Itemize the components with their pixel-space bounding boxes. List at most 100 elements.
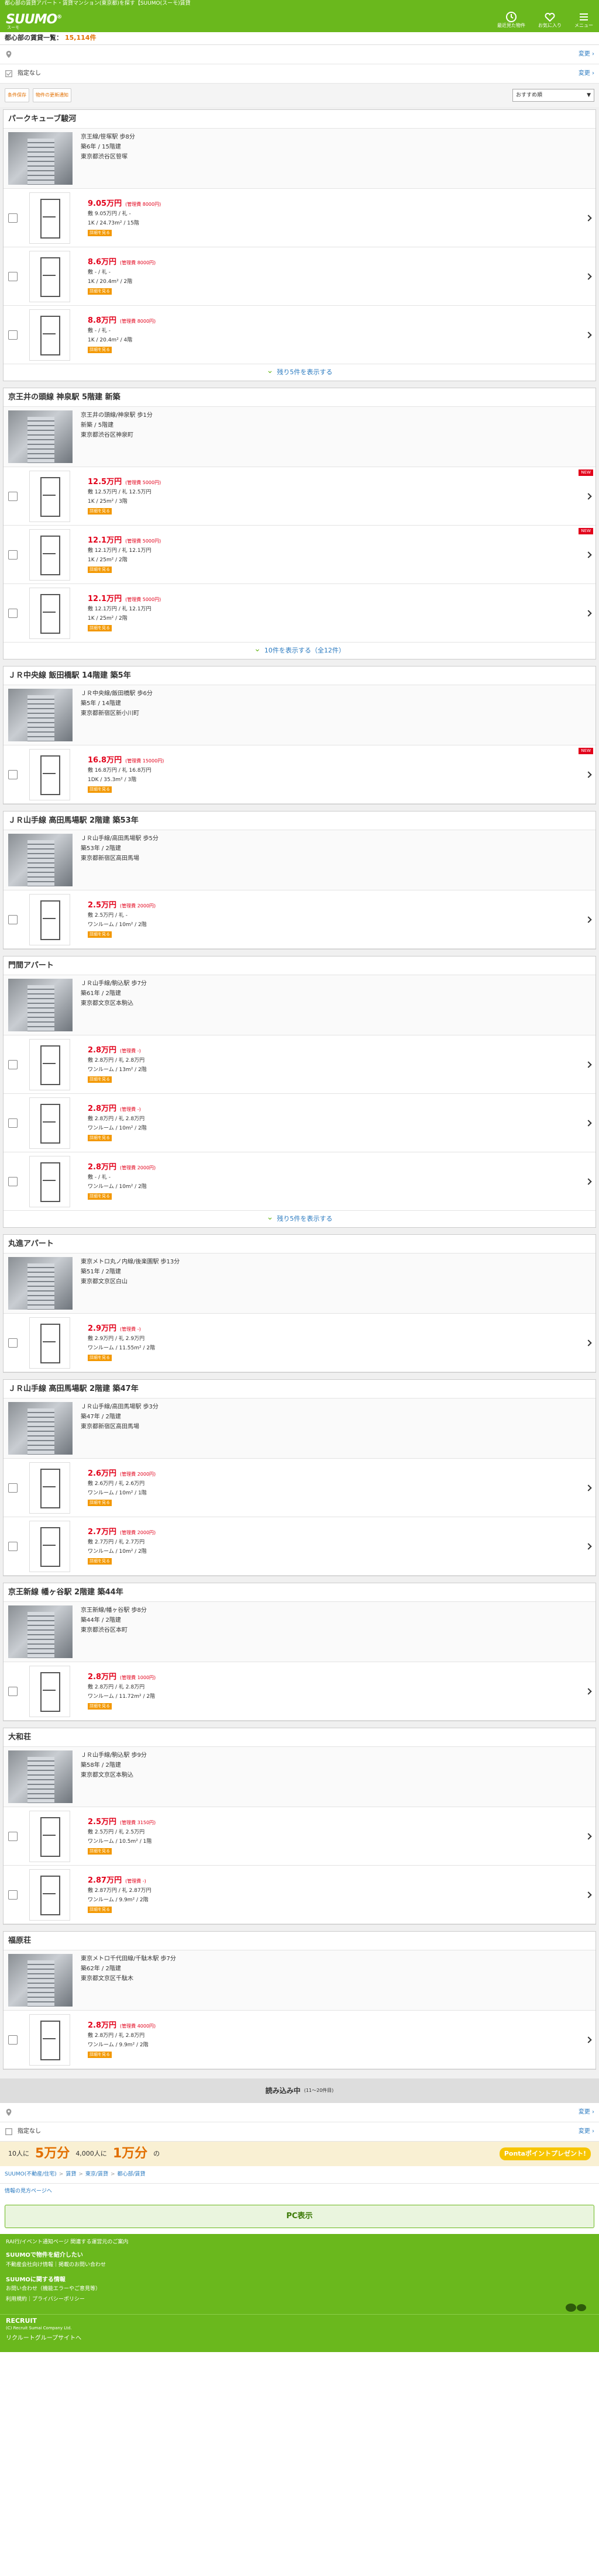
footer-link-contact[interactable]: お問い合わせ（機能エラーやご意見等） bbox=[6, 2284, 593, 2294]
save-condition-button[interactable]: 条件保存 bbox=[5, 88, 29, 102]
detail-button[interactable]: 詳細を見る bbox=[88, 229, 112, 237]
room-row[interactable]: NEW 12.5万円 (管理費 5000円) 敷 12.5万円 / 礼 12.5万円 1… bbox=[4, 467, 595, 526]
room-row[interactable]: 2.8万円 (管理費 1000円) 敷 2.8万円 / 礼 2.8万円 ワンルーム /… bbox=[4, 1662, 595, 1721]
history-button[interactable]: 最近見た物件 bbox=[497, 11, 525, 29]
area-change-link[interactable]: 変更 bbox=[579, 50, 594, 58]
property-title[interactable]: 丸進アパート bbox=[4, 1235, 595, 1254]
footer-link-terms[interactable]: 利用規約｜プライバシーポリシー bbox=[6, 2294, 593, 2305]
area-condition-bottom[interactable]: 変更 bbox=[0, 2103, 599, 2122]
room-checkbox[interactable] bbox=[8, 550, 18, 560]
breadcrumb-item[interactable]: SUUMO(不動産/住宅) bbox=[5, 2171, 57, 2178]
room-row[interactable]: 2.8万円 (管理費 -) 敷 2.8万円 / 礼 2.8万円 ワンルーム / 10m… bbox=[4, 1094, 595, 1152]
detail-button[interactable]: 詳細を見る bbox=[88, 288, 112, 295]
property-card: ＪＲ山手線 高田馬場駅 2階建 築47年 ＪＲ山手線/高田馬場駅 歩3分 築47年 … bbox=[3, 1379, 596, 1576]
filter-condition-bottom[interactable]: 指定なし 変更 bbox=[0, 2122, 599, 2142]
room-checkbox[interactable] bbox=[8, 1541, 18, 1551]
room-checkbox[interactable] bbox=[8, 2035, 18, 2045]
room-checkbox[interactable] bbox=[8, 1118, 18, 1128]
footer-link-business[interactable]: 不動産会社向け情報｜掲載のお問い合わせ bbox=[6, 2260, 593, 2270]
room-checkbox[interactable] bbox=[8, 1338, 18, 1348]
area-condition[interactable]: 変更 bbox=[0, 45, 599, 64]
property-title[interactable]: 福原荘 bbox=[4, 1932, 595, 1950]
detail-button[interactable]: 詳細を見る bbox=[88, 1134, 112, 1142]
room-row[interactable]: 2.5万円 (管理費 3150円) 敷 2.5万円 / 礼 2.5万円 ワンルーム /… bbox=[4, 1807, 595, 1866]
room-row[interactable]: 2.8万円 (管理費 2000円) 敷 - / 礼 - ワンルーム / 10m² / … bbox=[4, 1152, 595, 1211]
room-checkbox[interactable] bbox=[8, 1890, 18, 1900]
room-checkbox[interactable] bbox=[8, 769, 18, 779]
floorplan-image bbox=[29, 1869, 70, 1921]
breadcrumb-item[interactable]: 東京/賃貸 bbox=[85, 2171, 108, 2178]
area-change-link-bottom[interactable]: 変更 bbox=[579, 2108, 594, 2116]
property-title[interactable]: 京王新線 幡ヶ谷駅 2階建 築44年 bbox=[4, 1583, 595, 1602]
room-checkbox[interactable] bbox=[8, 914, 18, 924]
detail-button[interactable]: 詳細を見る bbox=[88, 1076, 112, 1083]
room-checkbox[interactable] bbox=[8, 1483, 18, 1493]
favorite-button[interactable]: お気に入り bbox=[538, 11, 562, 29]
layout-info: ワンルーム / 10m² / 2階 bbox=[88, 1125, 147, 1131]
pc-view-button[interactable]: PC表示 bbox=[5, 2205, 594, 2228]
detail-button[interactable]: 詳細を見る bbox=[88, 1906, 112, 1914]
property-card: 丸進アパート 東京メトロ丸ノ内線/後楽園駅 歩13分 築51年 / 2階建 東京都文京… bbox=[3, 1234, 596, 1373]
detail-button[interactable]: 詳細を見る bbox=[88, 624, 112, 632]
detail-button[interactable]: 詳細を見る bbox=[88, 507, 112, 515]
room-row[interactable]: 12.1万円 (管理費 5000円) 敷 12.1万円 / 礼 12.1万円 1K /… bbox=[4, 584, 595, 643]
room-checkbox[interactable] bbox=[8, 1686, 18, 1696]
detail-button[interactable]: 詳細を見る bbox=[88, 566, 112, 574]
room-row[interactable]: 2.5万円 (管理費 2000円) 敷 2.5万円 / 礼 - ワンルーム / 10m… bbox=[4, 890, 595, 949]
property-title[interactable]: 大和荘 bbox=[4, 1728, 595, 1747]
room-row[interactable]: 8.6万円 (管理費 8000円) 敷 - / 礼 - 1K / 20.4m² / 2… bbox=[4, 247, 595, 306]
property-title[interactable]: 門間アパート bbox=[4, 956, 595, 975]
menu-button[interactable]: メニュー bbox=[574, 11, 593, 29]
room-checkbox[interactable] bbox=[8, 330, 18, 340]
filter-change-link[interactable]: 変更 bbox=[579, 70, 594, 78]
floorplan-image bbox=[29, 529, 70, 581]
show-more-link[interactable]: 残り5件を表示する bbox=[4, 1211, 595, 1227]
filter-change-link-bottom[interactable]: 変更 bbox=[579, 2128, 594, 2136]
rent-price: 2.8万円 (管理費 1000円) bbox=[88, 1673, 156, 1682]
property-title[interactable]: ＪＲ山手線 高田馬場駅 2階建 築47年 bbox=[4, 1380, 595, 1399]
show-more-link[interactable]: 10件を表示する（全12件） bbox=[4, 643, 595, 659]
breadcrumb-item[interactable]: 都心部/賃貸 bbox=[118, 2171, 146, 2178]
sort-select[interactable]: おすすめ順 ▼ bbox=[512, 89, 594, 102]
detail-button[interactable]: 詳細を見る bbox=[88, 1703, 112, 1710]
room-checkbox[interactable] bbox=[8, 271, 18, 281]
detail-button[interactable]: 詳細を見る bbox=[88, 1193, 112, 1200]
detail-button[interactable]: 詳細を見る bbox=[88, 1354, 112, 1362]
room-row[interactable]: 2.7万円 (管理費 2000円) 敷 2.7万円 / 礼 2.7万円 ワンルーム /… bbox=[4, 1517, 595, 1576]
room-checkbox[interactable] bbox=[8, 608, 18, 618]
room-row[interactable]: 8.8万円 (管理費 8000円) 敷 - / 礼 - 1K / 20.4m² / 4… bbox=[4, 306, 595, 364]
room-row[interactable]: 2.6万円 (管理費 2000円) 敷 2.6万円 / 礼 2.6万円 ワンルーム /… bbox=[4, 1459, 595, 1517]
group-site-link[interactable]: リクルートグループサイトへ bbox=[6, 2335, 593, 2343]
property-title[interactable]: 京王井の頭線 神泉駅 5階建 新築 bbox=[4, 388, 595, 407]
filter-condition[interactable]: 指定なし 変更 bbox=[0, 64, 599, 84]
room-checkbox[interactable] bbox=[8, 1831, 18, 1841]
detail-button[interactable]: 詳細を見る bbox=[88, 1848, 112, 1855]
property-detail: ＪＲ中央線/飯田橋駅 歩6分 bbox=[81, 690, 153, 697]
property-title[interactable]: ＪＲ中央線 飯田橋駅 14階建 築5年 bbox=[4, 667, 595, 685]
room-row[interactable]: 2.9万円 (管理費 -) 敷 2.9万円 / 礼 2.9万円 ワンルーム / 11.… bbox=[4, 1314, 595, 1372]
update-notify-button[interactable]: 物件の更新通知 bbox=[33, 88, 71, 102]
room-row[interactable]: 9.05万円 (管理費 8000円) 敷 9.05万円 / 礼 - 1K / 24.7… bbox=[4, 189, 595, 247]
show-more-link[interactable]: 残り5件を表示する bbox=[4, 364, 595, 381]
detail-button[interactable]: 詳細を見る bbox=[88, 1499, 112, 1507]
property-title[interactable]: パークキューブ駿河 bbox=[4, 110, 595, 129]
room-checkbox[interactable] bbox=[8, 213, 18, 223]
room-row[interactable]: 2.87万円 (管理費 -) 敷 2.87万円 / 礼 2.87万円 ワンルーム / … bbox=[4, 1866, 595, 1924]
room-row[interactable]: 2.8万円 (管理費 -) 敷 2.8万円 / 礼 2.8万円 ワンルーム / 13m… bbox=[4, 1035, 595, 1094]
room-checkbox[interactable] bbox=[8, 1059, 18, 1069]
room-checkbox[interactable] bbox=[8, 1176, 18, 1186]
room-checkbox[interactable] bbox=[8, 491, 18, 501]
room-row[interactable]: NEW 12.1万円 (管理費 5000円) 敷 12.1万円 / 礼 12.1万円 1… bbox=[4, 526, 595, 584]
info-guide-link[interactable]: 情報の見方ページへ bbox=[0, 2184, 599, 2199]
room-row[interactable]: NEW 16.8万円 (管理費 15000円) 敷 16.8万円 / 礼 16.8万円… bbox=[4, 745, 595, 804]
detail-button[interactable]: 詳細を見る bbox=[88, 1558, 112, 1565]
ponta-logo: Pontaポイントプレゼント! bbox=[499, 2147, 591, 2161]
breadcrumb-item[interactable]: 賃貸 bbox=[66, 2171, 76, 2178]
detail-button[interactable]: 詳細を見る bbox=[88, 2051, 112, 2059]
ponta-banner[interactable]: 10人に 5万分 4,000人に 1万分の Pontaポイントプレゼント! bbox=[0, 2142, 599, 2166]
detail-button[interactable]: 詳細を見る bbox=[88, 786, 112, 793]
detail-button[interactable]: 詳細を見る bbox=[88, 931, 112, 938]
detail-button[interactable]: 詳細を見る bbox=[88, 346, 112, 354]
room-row[interactable]: 2.8万円 (管理費 4000円) 敷 2.8万円 / 礼 2.8万円 ワンルーム /… bbox=[4, 2011, 595, 2069]
property-title[interactable]: ＪＲ山手線 高田馬場駅 2階建 築53年 bbox=[4, 812, 595, 830]
